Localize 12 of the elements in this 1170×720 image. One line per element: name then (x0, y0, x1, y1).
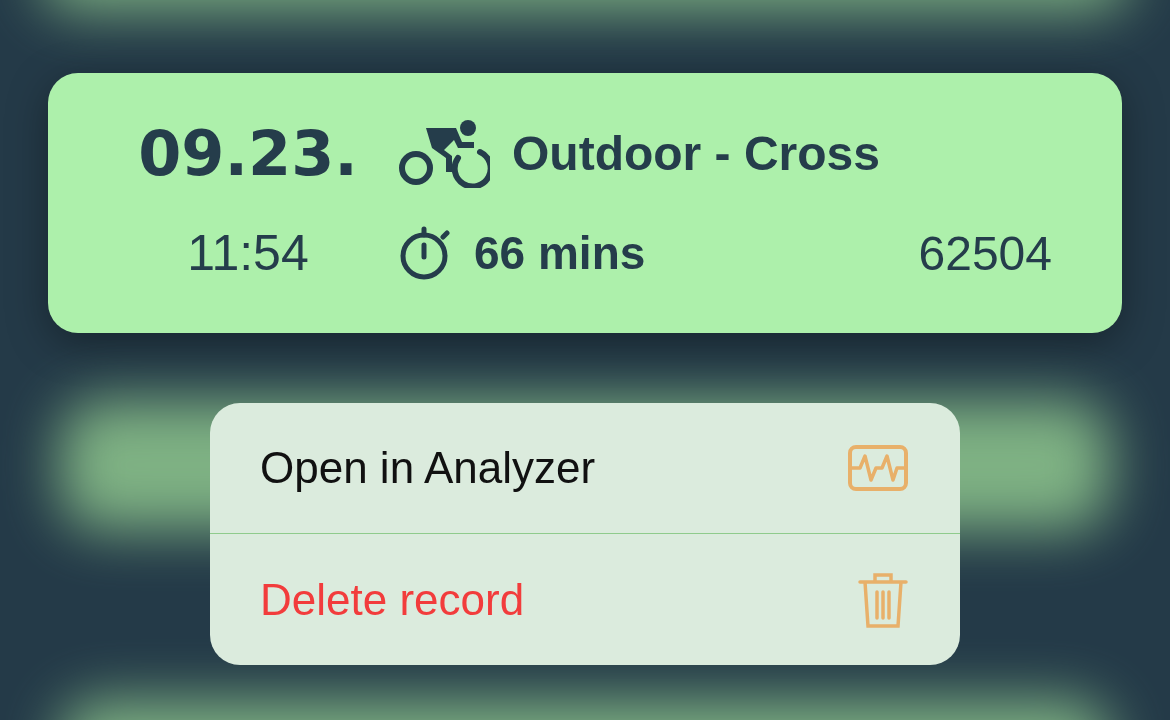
menu-item-label: Open in Analyzer (260, 443, 596, 493)
workout-time: 11:54 (187, 224, 309, 282)
workout-card[interactable]: 09.23. Outdoor - Cross 11:54 66 mins 62504 (48, 73, 1122, 333)
cyclist-icon (398, 118, 490, 188)
workout-date: 09.23. (138, 116, 358, 190)
activity-type: Outdoor - Cross (512, 125, 880, 181)
workout-value: 62504 (918, 225, 1052, 281)
stopwatch-icon (398, 225, 452, 281)
workout-duration: 66 mins (474, 226, 646, 280)
menu-item[interactable]: Open in Analyzer (210, 403, 960, 534)
waveform-monitor-icon (848, 445, 908, 491)
menu-item-label: Delete record (260, 574, 525, 625)
